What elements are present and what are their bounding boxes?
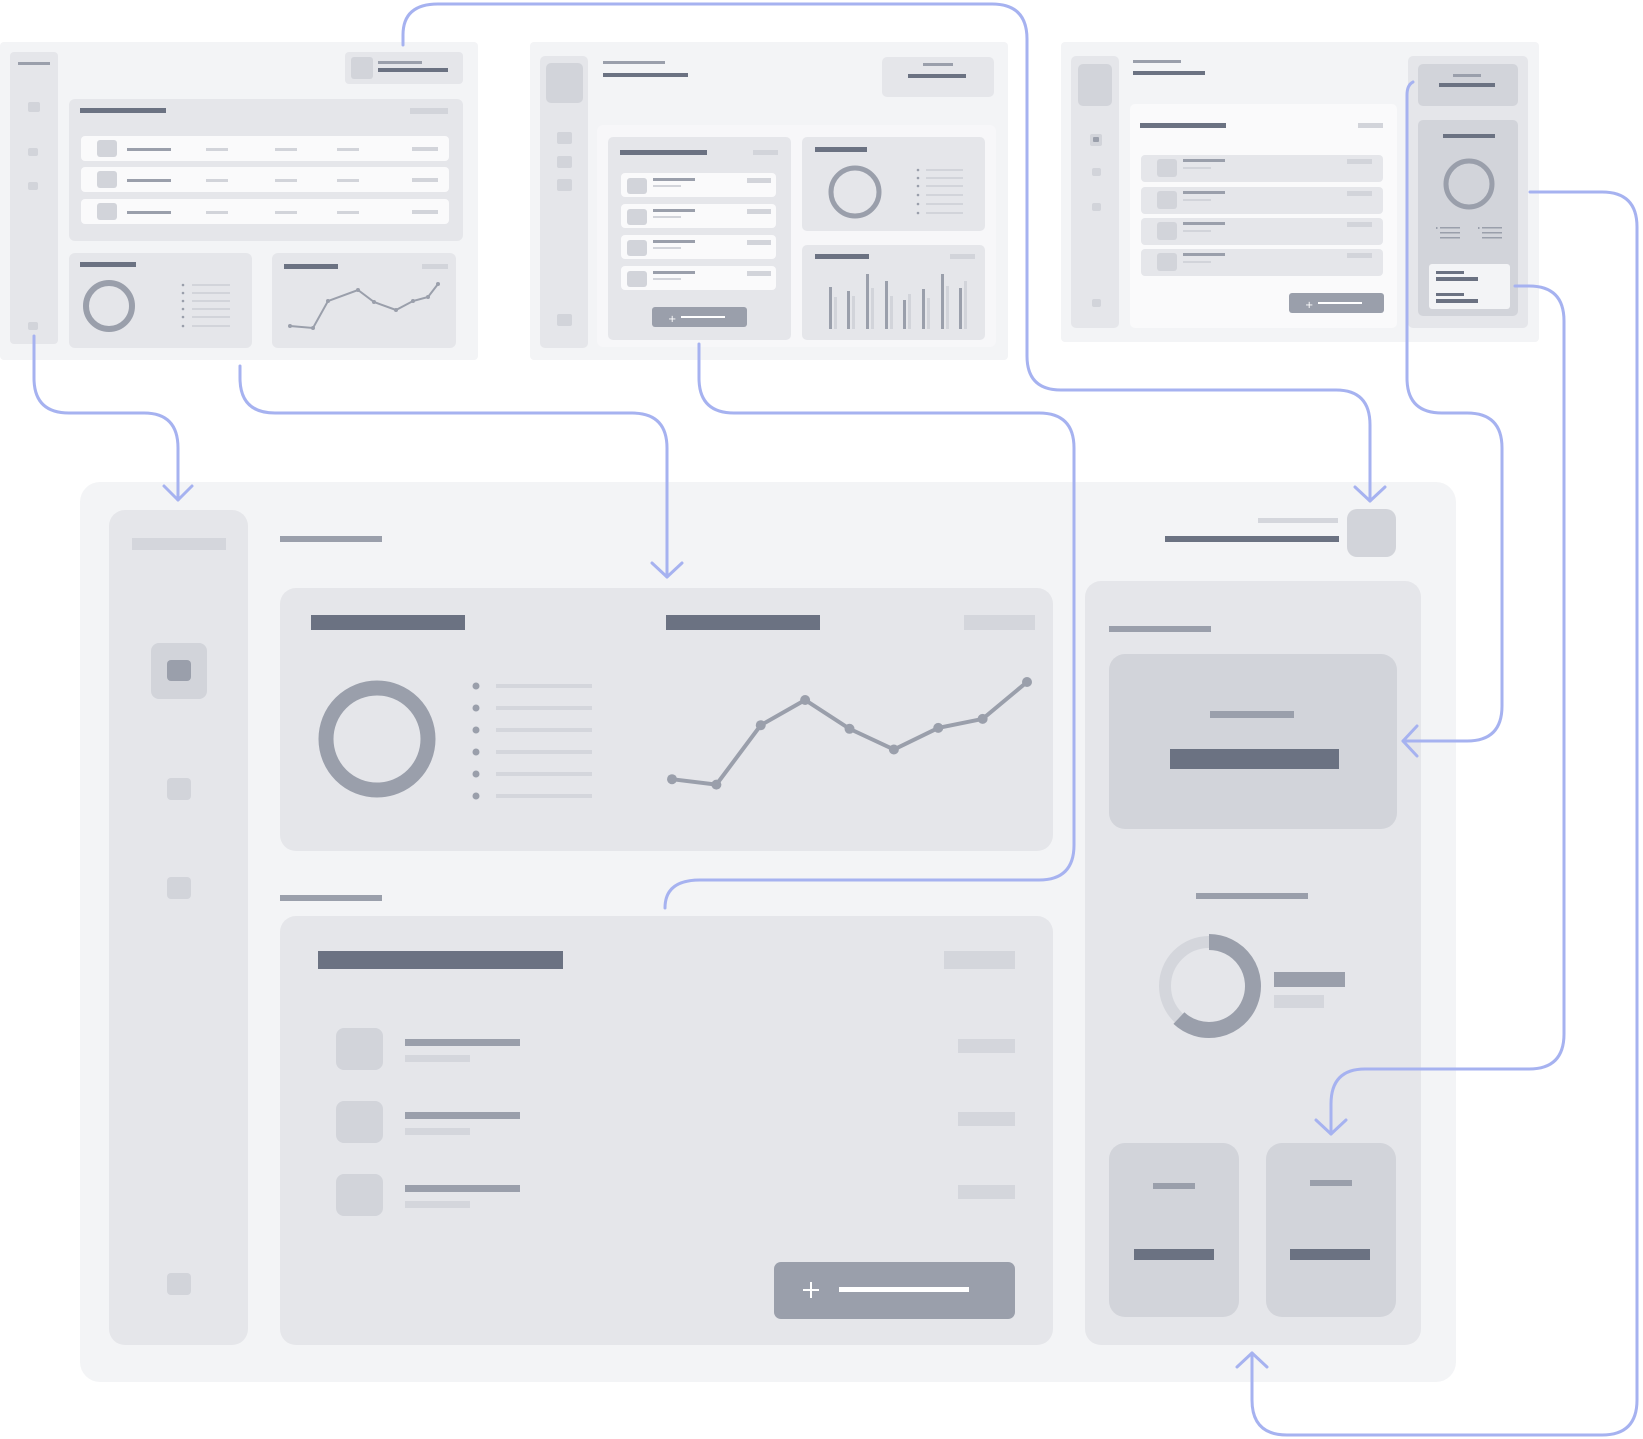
line-point (755, 720, 766, 731)
line-point (977, 713, 988, 724)
list-item-subtitle (405, 1201, 470, 1208)
list-item-subtitle (405, 1055, 470, 1062)
line-point (1022, 677, 1032, 687)
legend-dot (472, 770, 480, 778)
legend-dot (472, 792, 480, 800)
list-item-subtitle (405, 1128, 470, 1135)
list-item-title (405, 1112, 520, 1119)
svg-text:+: + (668, 314, 676, 325)
list-item-thumbnail (336, 1174, 383, 1216)
thumb1-table-rows (81, 136, 449, 224)
nav-item (167, 877, 191, 899)
nav-item (167, 778, 191, 800)
thumb1-sidebar (10, 52, 58, 344)
legend-label (496, 706, 592, 710)
line-point (711, 779, 722, 790)
list-item-thumbnail (336, 1028, 383, 1070)
list-item-title (405, 1039, 520, 1046)
stat-card (1109, 654, 1397, 829)
list-item-thumbnail (336, 1101, 383, 1143)
svg-text:+: + (1305, 300, 1313, 311)
legend-label (496, 772, 592, 776)
wireframe-thumbnail-list-layout: + (530, 42, 1008, 360)
legend-dot (472, 726, 480, 734)
nav-item (167, 1273, 191, 1295)
main-charts-card (280, 588, 1053, 851)
thumb2-add-button: + (652, 307, 747, 327)
wireframe-thumbnail-table-layout (0, 42, 478, 360)
avatar (1347, 509, 1396, 557)
list-item-value (958, 1039, 1015, 1053)
legend-label (496, 750, 592, 754)
mini-stat-card (1266, 1143, 1396, 1317)
mini-stat-card (1109, 1143, 1239, 1317)
list-item-value (958, 1112, 1015, 1126)
main-list-card (280, 916, 1053, 1345)
legend-label (496, 684, 592, 688)
list-item-title (405, 1185, 520, 1192)
line-point (800, 695, 811, 705)
main-sidebar (109, 510, 248, 1345)
legend-label (496, 794, 592, 798)
list-item-value (958, 1185, 1015, 1199)
legend-label (496, 728, 592, 732)
line-point (888, 744, 899, 755)
line-point (844, 723, 855, 734)
main-dashboard-wireframe (80, 482, 1456, 1382)
wireframe-thumbnail-sidebar-layout: + (1061, 42, 1539, 342)
legend-dot (472, 748, 480, 756)
legend-dot (472, 682, 480, 690)
section-header (280, 895, 382, 901)
legend-dot (472, 704, 480, 712)
add-button[interactable] (774, 1262, 1015, 1319)
line-point (933, 722, 944, 733)
main-right-panel (1085, 581, 1421, 1345)
section-header (280, 536, 382, 542)
thumb3-add-button: + (1289, 293, 1384, 313)
wireframe-flow-diagram: + + (0, 2, 1639, 1437)
connector-sidebar (32, 334, 180, 502)
line-point (667, 774, 677, 785)
